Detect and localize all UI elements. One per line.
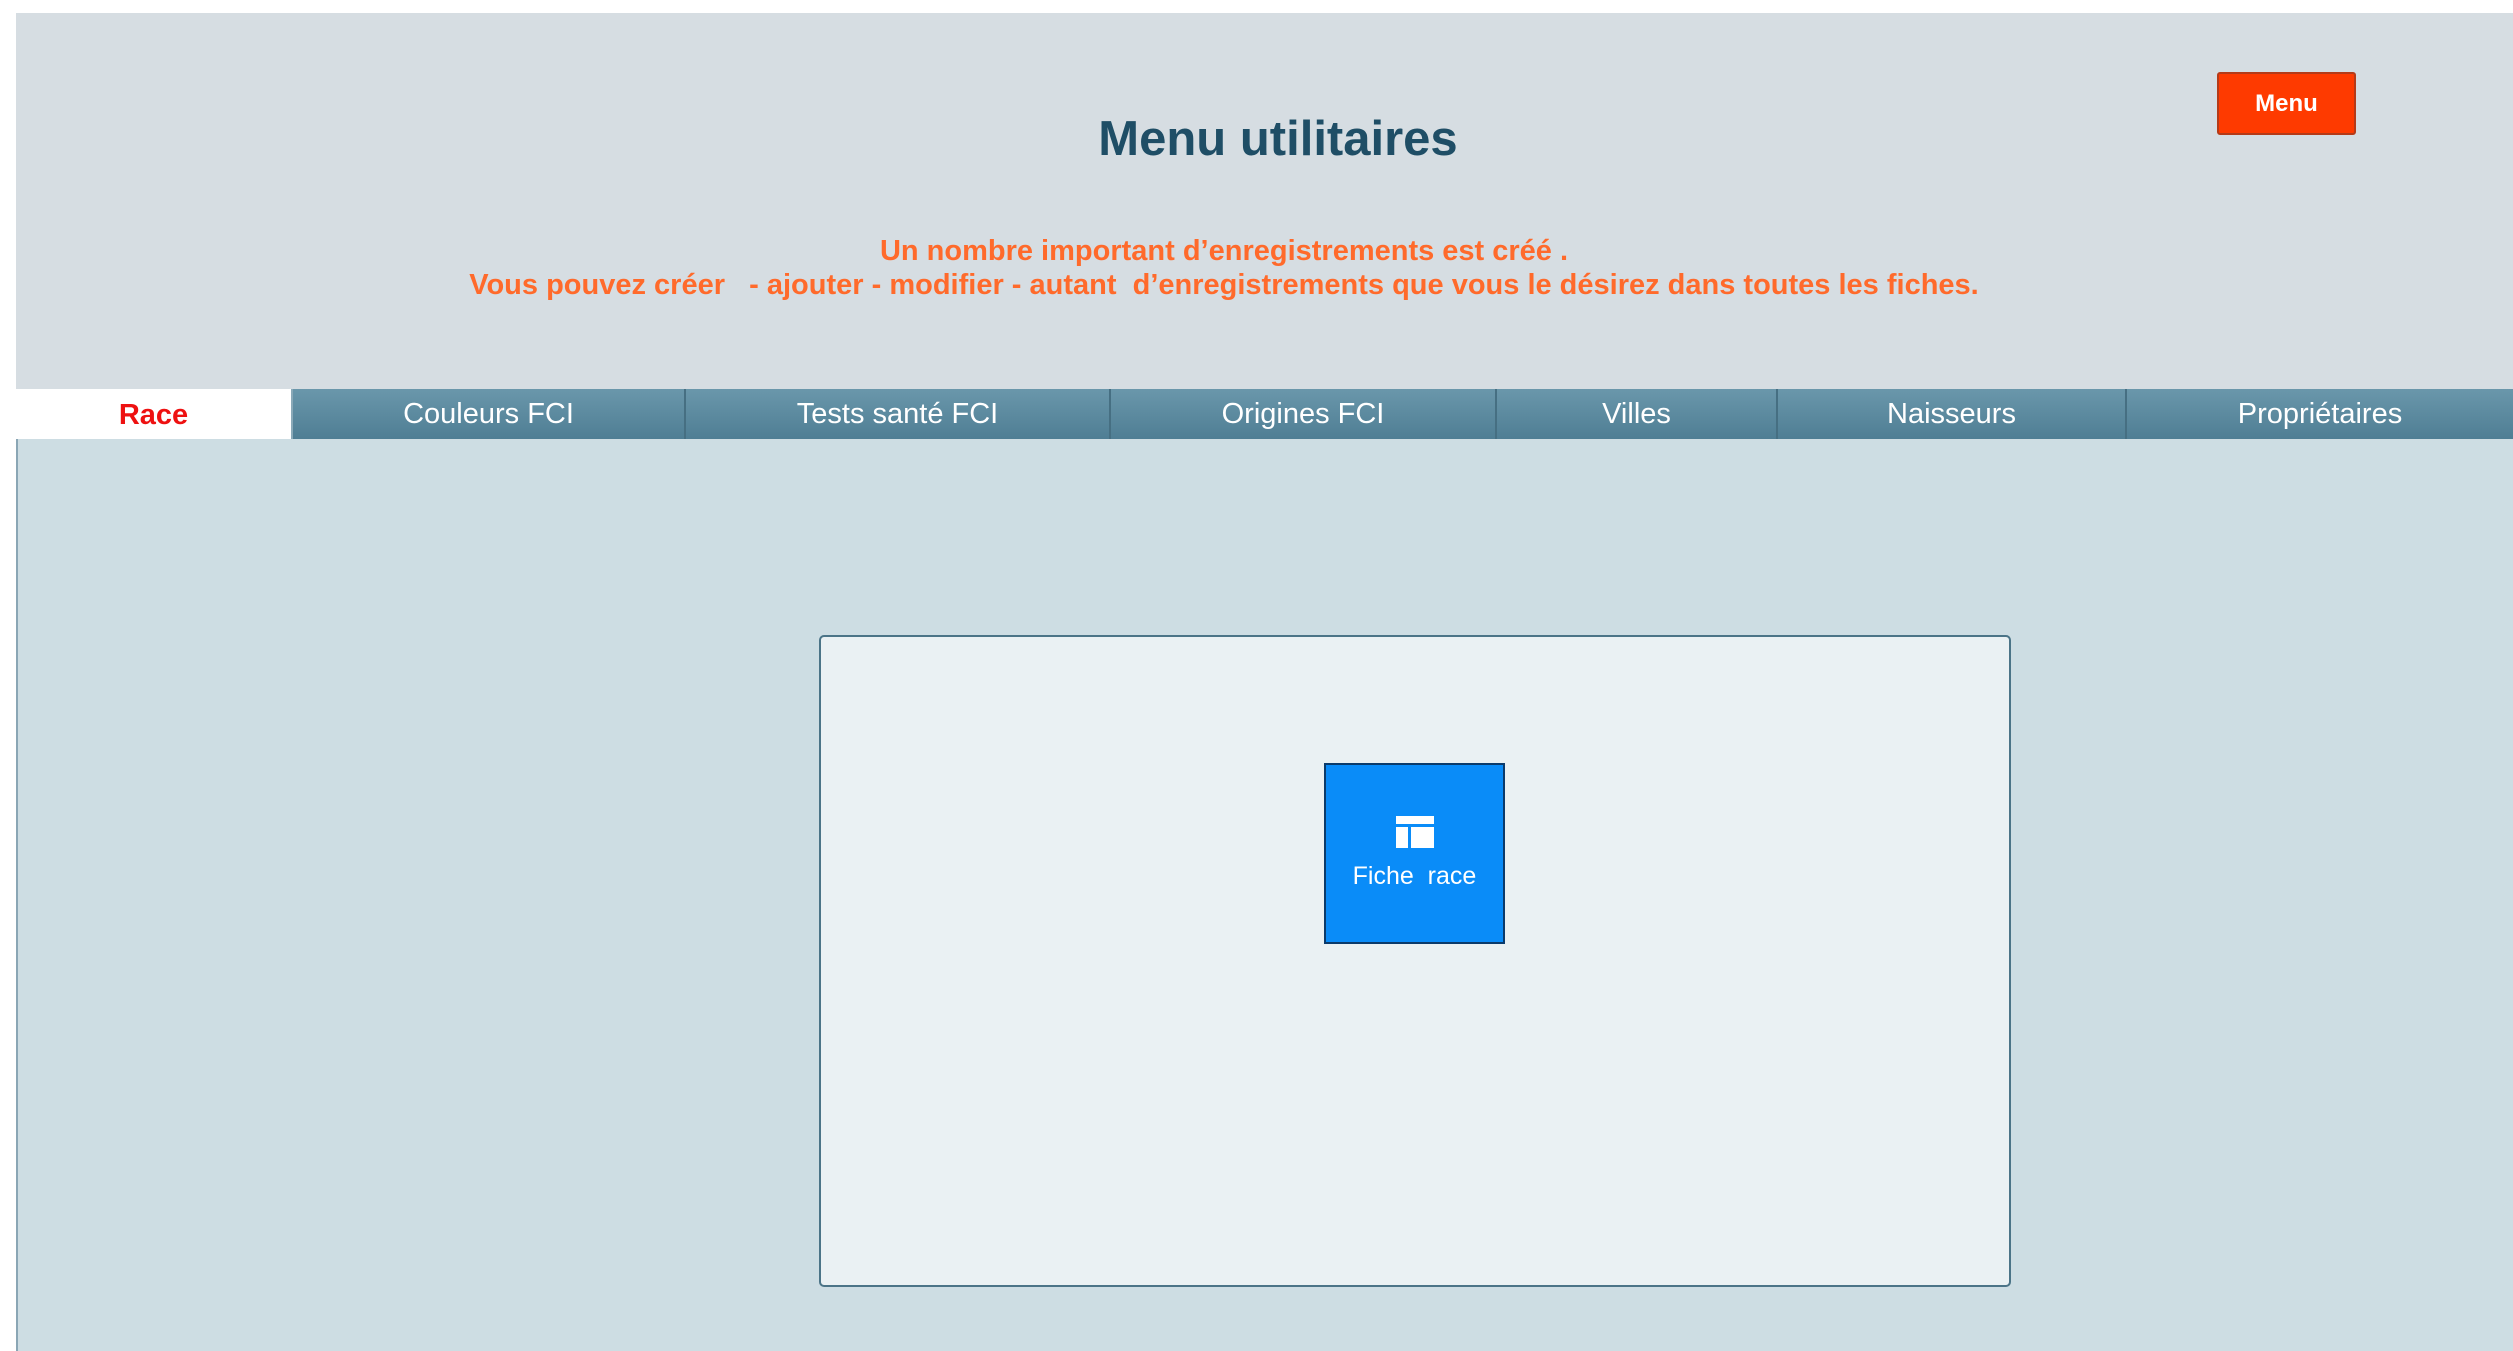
notice-line-1: Un nombre important d’enregistrements es… — [879, 235, 1569, 267]
app-window: Menu utilitaires Menu Un nombre importan… — [16, 13, 2513, 1351]
tab-race[interactable]: Race — [16, 389, 293, 441]
tab-proprietaires[interactable]: Propriétaires — [2127, 389, 2513, 439]
race-panel: Fiche race — [819, 635, 2011, 1287]
tab-origines-fci[interactable]: Origines FCI — [1111, 389, 1497, 439]
tab-couleurs-fci[interactable]: Couleurs FCI — [293, 389, 686, 439]
tab-villes[interactable]: Villes — [1497, 389, 1778, 439]
page-title: Menu utilitaires — [1098, 112, 1458, 166]
tab-content-area: Fiche race — [16, 439, 2513, 1351]
tab-naisseurs[interactable]: Naisseurs — [1778, 389, 2127, 439]
fiche-race-button[interactable]: Fiche race — [1324, 763, 1505, 944]
tab-bar: Race Couleurs FCI Tests santé FCI Origin… — [16, 389, 2513, 441]
menu-button[interactable]: Menu — [2217, 72, 2356, 135]
fiche-race-label: Fiche race — [1352, 862, 1477, 890]
notice-line-2: Vous pouvez créer - ajouter - modifier -… — [469, 269, 1979, 301]
table-icon — [1395, 816, 1434, 848]
tab-tests-sante-fci[interactable]: Tests santé FCI — [686, 389, 1111, 439]
